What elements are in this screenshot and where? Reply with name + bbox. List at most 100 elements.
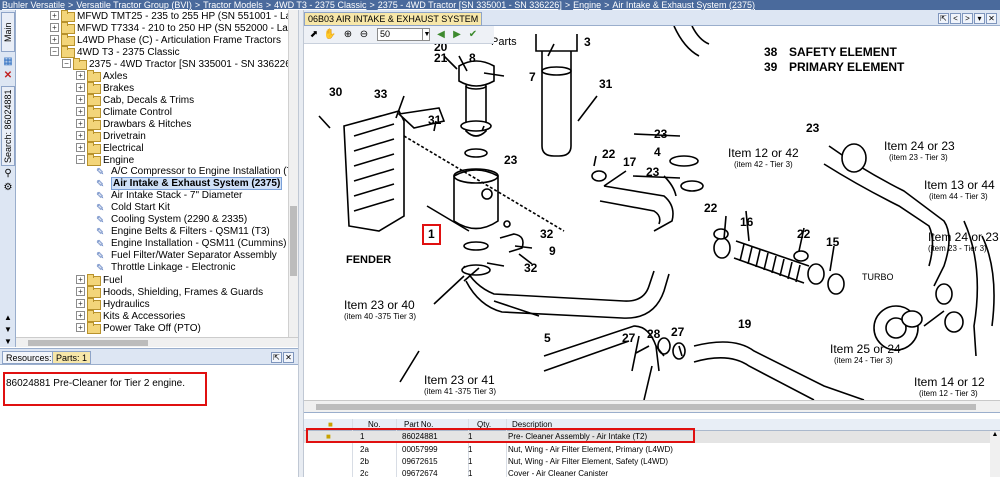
tree-item[interactable]: + Brakes xyxy=(76,82,134,94)
close-icon[interactable]: ✕ xyxy=(986,13,997,24)
tree-item[interactable]: ✎ Cooling System (2290 & 2335) xyxy=(96,214,247,226)
tree-item[interactable]: −2375 - 4WD Tractor [SN 335001 - SN 3362… xyxy=(62,58,294,70)
expand-icon[interactable]: + xyxy=(76,299,85,308)
tree-item[interactable]: + Drivetrain xyxy=(76,130,146,142)
scroll-up-icon[interactable]: ▲ xyxy=(2,312,14,324)
callout-number[interactable]: 16 xyxy=(740,215,754,229)
breadcrumb-item[interactable]: Air Intake & Exhaust System (2375) xyxy=(612,0,755,10)
breadcrumb-item[interactable]: 4WD T3 - 2375 Classic xyxy=(274,0,366,10)
tree-item[interactable]: − Engine xyxy=(76,154,134,166)
callout-number[interactable]: 19 xyxy=(738,317,752,331)
callout-number[interactable]: 1 xyxy=(428,227,435,241)
tree-item[interactable]: + Drawbars & Hitches xyxy=(76,118,191,130)
tree-item-selected[interactable]: ✎ Air Intake & Exhaust System (2375) xyxy=(96,177,283,190)
tree-item[interactable]: + MFWD TMT25 - 235 to 255 HP (SN 551001 -… xyxy=(50,10,302,22)
breadcrumb-item[interactable]: Engine xyxy=(573,0,601,10)
expand-icon[interactable]: + xyxy=(76,95,85,104)
tab-parts[interactable]: Parts: 1 xyxy=(52,351,92,364)
tree-item[interactable]: + Hydraulics xyxy=(76,298,150,310)
callout-number[interactable]: 5 xyxy=(544,331,551,345)
expand-panel-icon[interactable]: ⇱ xyxy=(271,352,282,363)
main-tree-tab[interactable]: Main Tree xyxy=(1,12,25,52)
forward-arrow-icon[interactable]: ▶ xyxy=(450,28,464,42)
table-scrollbar[interactable]: ▲ xyxy=(990,431,1000,477)
breadcrumb-item[interactable]: 2375 - 4WD Tractor [SN 335001 - SN 33622… xyxy=(378,0,562,10)
menu-icon[interactable]: ▾ xyxy=(974,13,985,24)
expand-icon[interactable]: + xyxy=(50,23,59,32)
tree-item[interactable]: + Fuel xyxy=(76,274,122,286)
search-tab[interactable]: Search: 86024881 xyxy=(1,86,15,166)
callout-number[interactable]: 33 xyxy=(374,87,388,101)
expand-icon[interactable]: + xyxy=(76,275,85,284)
close-icon[interactable]: ✕ xyxy=(2,70,14,82)
scroll-down-icon[interactable]: ▼ xyxy=(2,324,14,336)
breadcrumb-item[interactable]: Tractor Models xyxy=(203,0,263,10)
callout-number[interactable]: 31 xyxy=(599,77,613,91)
table-row[interactable]: 2a 00057999 1 Nut, Wing - Air Filter Ele… xyxy=(304,444,1000,456)
tree-icon[interactable]: ▦ xyxy=(2,56,14,68)
breadcrumb-item[interactable]: Buhler Versatile xyxy=(2,0,65,10)
back-arrow-icon[interactable]: ◀ xyxy=(434,28,448,42)
scrollbar-thumb[interactable] xyxy=(316,404,976,410)
callout-number[interactable]: 23 xyxy=(654,127,668,141)
callout-number[interactable]: 23 xyxy=(504,153,518,167)
expand-icon[interactable]: + xyxy=(76,71,85,80)
callout-number[interactable]: 4 xyxy=(654,145,661,159)
expand-icon[interactable]: + xyxy=(76,311,85,320)
callout-number[interactable]: 17 xyxy=(623,155,637,169)
callout-number[interactable]: 31 xyxy=(428,113,442,127)
callout-number[interactable]: 7 xyxy=(529,70,536,84)
exploded-diagram[interactable]: Parts 38 SAFETY ELEMENT 39 PRIMARY ELEME… xyxy=(304,26,1000,400)
callout-number[interactable]: 15 xyxy=(826,235,840,249)
expand-icon[interactable]: + xyxy=(76,323,85,332)
tree-item[interactable]: ✎ Engine Installation - QSM11 (Cummins) xyxy=(96,238,286,250)
pan-hand-icon[interactable]: ✋ xyxy=(323,28,337,42)
tree-item[interactable]: + MFWD T7334 - 210 to 250 HP (SN 552000 -… xyxy=(50,22,302,34)
callout-number[interactable]: 27 xyxy=(671,325,685,339)
callout-number[interactable]: 32 xyxy=(524,261,538,275)
scrollbar-thumb[interactable] xyxy=(28,340,148,346)
callout-number[interactable]: 28 xyxy=(647,327,661,341)
tree-item[interactable]: + Hoods, Shielding, Frames & Guards xyxy=(76,286,263,298)
expand-icon[interactable]: + xyxy=(50,11,59,20)
close-panel-icon[interactable]: ✕ xyxy=(283,352,294,363)
tree-item[interactable]: ✎ Air Intake Stack - 7" Diameter xyxy=(96,190,242,202)
callout-number[interactable]: 8 xyxy=(469,51,476,65)
previous-icon[interactable]: < xyxy=(950,13,961,24)
expand-icon[interactable]: + xyxy=(76,131,85,140)
expand-icon[interactable]: + xyxy=(76,287,85,296)
callout-number[interactable]: 9 xyxy=(549,244,556,258)
expand-icon[interactable]: + xyxy=(76,107,85,116)
callout-number[interactable]: 22 xyxy=(797,227,811,241)
tree-item[interactable]: ✎ Fuel Filter/Water Separator Assembly xyxy=(96,250,277,262)
tree-item[interactable]: + Kits & Accessories xyxy=(76,310,185,322)
tree-vertical-scrollbar[interactable] xyxy=(288,10,298,340)
callout-number[interactable]: 22 xyxy=(602,147,616,161)
tree-item[interactable]: + Electrical xyxy=(76,142,144,154)
tree-item[interactable]: + L4WD Phase (C) - Articulation Frame Tra… xyxy=(50,34,281,46)
collapse-icon[interactable]: − xyxy=(62,59,71,68)
expand-icon[interactable]: + xyxy=(76,143,85,152)
tree-item[interactable]: + Climate Control xyxy=(76,106,172,118)
scroll-end-icon[interactable]: ▼ xyxy=(2,336,14,348)
tree-item[interactable]: −4WD T3 - 2375 Classic xyxy=(50,46,180,58)
callout-number[interactable]: 30 xyxy=(329,85,343,99)
pointer-icon[interactable]: ⬈ xyxy=(307,28,321,42)
chevron-down-icon[interactable]: ▼ xyxy=(422,28,431,41)
collapse-icon[interactable]: − xyxy=(50,47,59,56)
tree-item[interactable]: + Cab, Decals & Trims xyxy=(76,94,194,106)
collapse-icon[interactable]: − xyxy=(76,155,85,164)
check-icon[interactable]: ✔ xyxy=(466,28,480,42)
zoom-in-icon[interactable]: ⊕ xyxy=(341,28,355,42)
callout-number[interactable]: 32 xyxy=(540,227,554,241)
callout-number[interactable]: 23 xyxy=(806,121,820,135)
search-icon[interactable]: ⚲ xyxy=(2,168,14,180)
expand-icon[interactable]: + xyxy=(76,83,85,92)
tool-icon[interactable]: ⚙ xyxy=(2,182,14,194)
expand-panel-icon[interactable]: ⇱ xyxy=(938,13,949,24)
tab-diagram[interactable]: 06B03 AIR INTAKE & EXHAUST SYSTEM xyxy=(304,12,483,26)
tree-horizontal-scrollbar[interactable] xyxy=(16,337,298,347)
diagram-horizontal-scrollbar[interactable] xyxy=(304,400,1000,412)
zoom-out-icon[interactable]: ⊖ xyxy=(357,28,371,42)
tree-item[interactable]: ✎ Throttle Linkage - Electronic xyxy=(96,262,236,274)
